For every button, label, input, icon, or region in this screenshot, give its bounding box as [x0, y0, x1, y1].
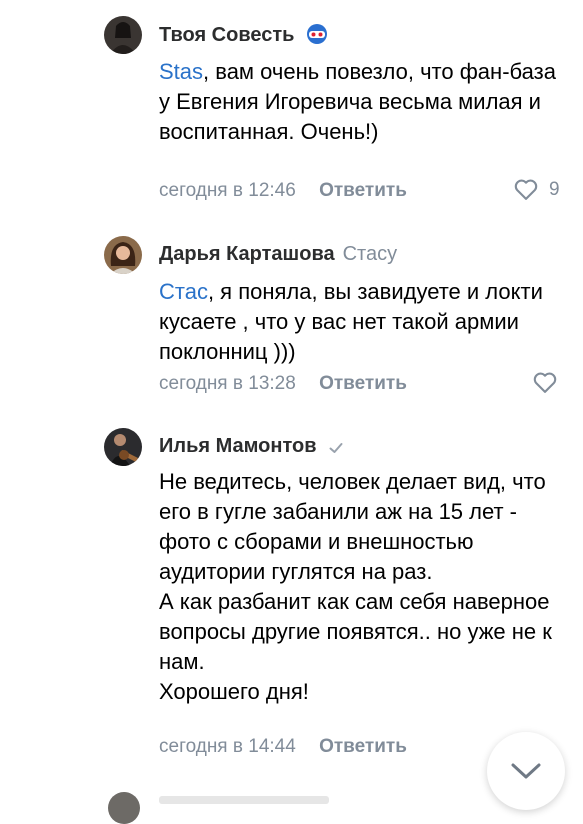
reply-button[interactable]: Ответить — [319, 180, 407, 201]
reply-button[interactable]: Ответить — [319, 373, 407, 394]
like-count: 9 — [549, 178, 560, 200]
chevron-down-icon — [511, 763, 541, 779]
avatar[interactable] — [104, 428, 142, 466]
heart-icon — [514, 179, 538, 200]
woman-portrait-avatar — [104, 236, 142, 274]
reply-to-label[interactable]: Стасу — [343, 243, 398, 265]
reply-button[interactable]: Ответить — [319, 736, 407, 757]
guitarist-avatar — [104, 428, 142, 466]
comment-meta: сегодня в 14:44 Ответить — [159, 736, 407, 758]
comment-meta: сегодня в 13:28 Ответить — [159, 373, 407, 395]
comment-author[interactable]: Илья Мамонтов — [159, 435, 344, 462]
comment-text: Не ведитесь, человек делает вид, что его… — [159, 469, 552, 704]
comment-text: Stas, вам очень повезло, что фан-база у … — [159, 59, 556, 144]
like-button[interactable]: 9 — [513, 178, 560, 201]
comment-author[interactable]: Твоя Совесть — [159, 23, 328, 51]
comment-time[interactable]: сегодня в 14:44 — [159, 736, 296, 757]
comment-time[interactable]: сегодня в 12:46 — [159, 180, 296, 201]
comment-text: Стас, я поняла, вы завидуете и локти кус… — [159, 279, 543, 364]
mask-emoji-icon — [306, 23, 328, 51]
dark-portrait-avatar — [104, 16, 142, 54]
like-button[interactable] — [532, 371, 558, 394]
mention-link[interactable]: Stas — [159, 59, 203, 84]
avatar[interactable] — [104, 16, 142, 54]
verified-check-icon — [328, 439, 344, 462]
comment-author[interactable]: Дарья Карташова Стасу — [159, 243, 397, 266]
next-comment-author — [159, 796, 329, 804]
scroll-down-button[interactable] — [487, 732, 565, 810]
next-comment-avatar — [108, 792, 140, 824]
comment-time[interactable]: сегодня в 13:28 — [159, 373, 296, 394]
avatar[interactable] — [104, 236, 142, 274]
heart-icon — [533, 372, 557, 393]
mention-link[interactable]: Стас — [159, 279, 208, 304]
comment-meta: сегодня в 12:46 Ответить — [159, 180, 407, 202]
